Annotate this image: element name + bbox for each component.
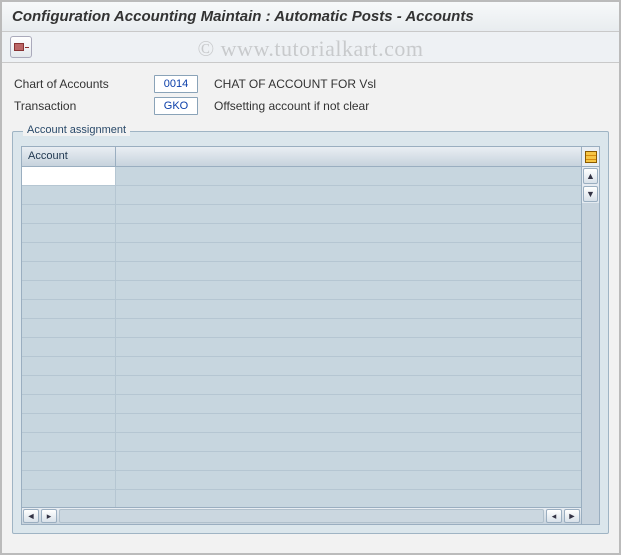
scroll-right-end-icon[interactable]: ►: [564, 509, 580, 523]
vertical-scroll-track[interactable]: [582, 203, 599, 524]
account-cell[interactable]: [22, 300, 116, 318]
account-cell[interactable]: [22, 471, 116, 489]
account-cell[interactable]: [22, 281, 116, 299]
account-cell[interactable]: [22, 452, 116, 470]
account-cell[interactable]: [22, 167, 116, 185]
account-cell[interactable]: [22, 186, 116, 204]
account-cell[interactable]: [22, 224, 116, 242]
grid-body: [22, 167, 581, 507]
account-assignment-panel: Account assignment Account: [12, 131, 609, 534]
account-cell[interactable]: [22, 319, 116, 337]
account-cell[interactable]: [22, 338, 116, 356]
panel-title: Account assignment: [23, 124, 130, 136]
column-header-account[interactable]: Account: [22, 147, 116, 166]
configure-columns-icon: [585, 151, 597, 163]
grid-side-column: ▲ ▼: [581, 147, 599, 524]
transaction-field[interactable]: GKO: [154, 97, 198, 115]
account-cell[interactable]: [22, 414, 116, 432]
account-cell[interactable]: [22, 243, 116, 261]
toolbar: [2, 32, 619, 63]
chart-of-accounts-description: CHAT OF ACCOUNT FOR Vsl: [214, 77, 376, 91]
posting-period-icon: [14, 43, 24, 51]
scroll-up-icon[interactable]: ▲: [583, 168, 598, 184]
account-grid: Account: [21, 146, 600, 525]
scroll-right-icon[interactable]: ◂: [546, 509, 562, 523]
account-cell[interactable]: [22, 357, 116, 375]
form-area: Chart of Accounts 0014 CHAT OF ACCOUNT F…: [2, 63, 619, 125]
account-cell[interactable]: [22, 490, 116, 507]
chart-of-accounts-field[interactable]: 0014: [154, 75, 198, 93]
scroll-track[interactable]: [59, 509, 544, 523]
transaction-label: Transaction: [14, 99, 154, 113]
posting-period-button[interactable]: [10, 36, 32, 58]
account-cell[interactable]: [22, 262, 116, 280]
transaction-description: Offsetting account if not clear: [214, 99, 369, 113]
chart-of-accounts-label: Chart of Accounts: [14, 77, 154, 91]
configure-columns-button[interactable]: [582, 147, 599, 167]
account-cell[interactable]: [22, 376, 116, 394]
account-cell[interactable]: [22, 395, 116, 413]
account-cell[interactable]: [22, 433, 116, 451]
scroll-left-icon[interactable]: ▸: [41, 509, 57, 523]
window-title: Configuration Accounting Maintain : Auto…: [2, 2, 619, 32]
scroll-left-start-icon[interactable]: ◄: [23, 509, 39, 523]
account-cell[interactable]: [22, 205, 116, 223]
horizontal-scrollbar[interactable]: ◄ ▸ ◂ ►: [22, 507, 581, 524]
scroll-down-icon[interactable]: ▼: [583, 186, 598, 202]
grid-header: Account: [22, 147, 581, 167]
